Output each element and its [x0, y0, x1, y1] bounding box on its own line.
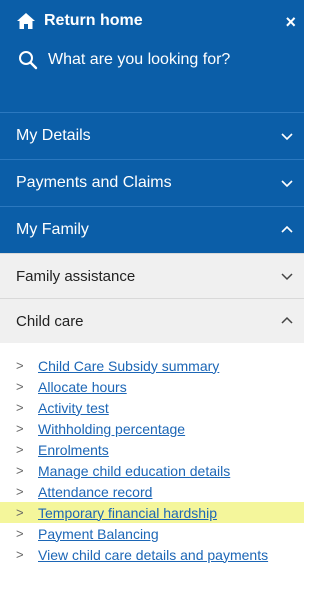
list-item-highlighted: > Temporary financial hardship [0, 502, 304, 523]
search-icon [18, 50, 38, 70]
navigation-panel: Return home × What are you looking for? … [0, 0, 304, 603]
list-item: > Enrolments [16, 439, 304, 460]
chevron-up-icon [281, 316, 293, 324]
nav-item-label: Payments and Claims [16, 174, 172, 191]
link-withholding-percentage[interactable]: Withholding percentage [38, 421, 185, 437]
menu-inner: Return home × What are you looking for? … [0, 0, 304, 567]
return-home-label: Return home [44, 12, 143, 29]
link-child-care-subsidy-summary[interactable]: Child Care Subsidy summary [38, 358, 219, 374]
nav-item-payments-and-claims[interactable]: Payments and Claims [0, 159, 304, 206]
chevron-down-icon [281, 133, 293, 141]
list-item: > Activity test [16, 397, 304, 418]
search-placeholder: What are you looking for? [48, 51, 231, 68]
chevron-right-icon: > [16, 505, 24, 520]
chevron-down-icon [281, 273, 293, 281]
menu-header: Return home × What are you looking for? [0, 0, 304, 112]
link-attendance-record[interactable]: Attendance record [38, 484, 152, 500]
link-view-child-care-details-and-payments[interactable]: View child care details and payments [38, 547, 268, 563]
home-icon [16, 12, 36, 30]
return-home-link[interactable]: Return home [0, 0, 304, 42]
chevron-right-icon: > [16, 358, 24, 373]
chevron-up-icon [281, 225, 293, 233]
side-menu: Return home × What are you looking for? … [0, 0, 304, 603]
link-allocate-hours[interactable]: Allocate hours [38, 379, 127, 395]
close-button[interactable]: × [285, 12, 296, 33]
list-item: > View child care details and payments [16, 544, 304, 565]
sub-item-child-care[interactable]: Child care [0, 298, 304, 343]
list-item: > Payment Balancing [16, 523, 304, 544]
sub-item-family-assistance[interactable]: Family assistance [0, 253, 304, 298]
chevron-right-icon: > [16, 379, 24, 394]
nav-item-label: My Family [16, 221, 89, 238]
chevron-down-icon [281, 180, 293, 188]
list-item: > Child Care Subsidy summary [16, 355, 304, 376]
chevron-right-icon: > [16, 484, 24, 499]
chevron-right-icon: > [16, 526, 24, 541]
nav-item-label: My Details [16, 127, 91, 144]
list-item: > Manage child education details [16, 460, 304, 481]
nav-item-my-details[interactable]: My Details [0, 112, 304, 159]
sub-item-label: Family assistance [16, 267, 136, 285]
list-item: > Withholding percentage [16, 418, 304, 439]
list-item: > Allocate hours [16, 376, 304, 397]
link-activity-test[interactable]: Activity test [38, 400, 109, 416]
list-item: > Attendance record [16, 481, 304, 502]
chevron-right-icon: > [16, 463, 24, 478]
link-manage-child-education-details[interactable]: Manage child education details [38, 463, 230, 479]
child-care-links: > Child Care Subsidy summary > Allocate … [0, 343, 304, 567]
sub-item-label: Child care [16, 312, 84, 330]
link-enrolments[interactable]: Enrolments [38, 442, 109, 458]
chevron-right-icon: > [16, 442, 24, 457]
chevron-right-icon: > [16, 400, 24, 415]
link-temporary-financial-hardship[interactable]: Temporary financial hardship [38, 505, 217, 521]
search-field[interactable]: What are you looking for? [0, 42, 304, 78]
chevron-right-icon: > [16, 547, 24, 562]
link-payment-balancing[interactable]: Payment Balancing [38, 526, 159, 542]
nav-item-my-family[interactable]: My Family [0, 206, 304, 253]
chevron-right-icon: > [16, 421, 24, 436]
